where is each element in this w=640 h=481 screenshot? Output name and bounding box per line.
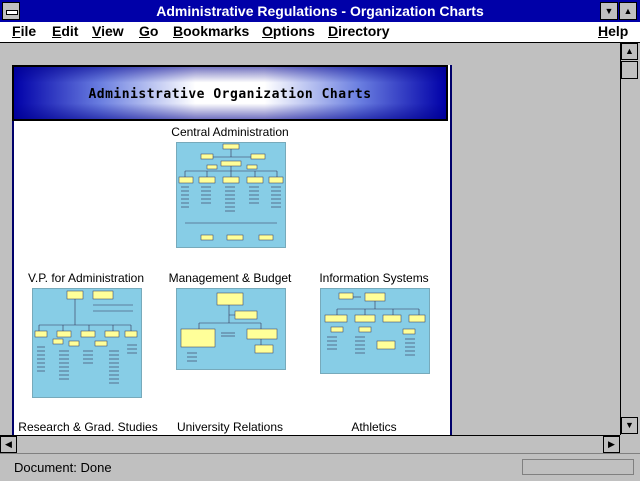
vertical-scroll-thumb[interactable]	[621, 61, 638, 79]
scrollbar-corner	[620, 435, 638, 453]
chart-thumbnail-information-systems[interactable]	[320, 288, 430, 374]
vertical-scrollbar[interactable]: ▲ ▼	[620, 43, 638, 435]
horizontal-scrollbar[interactable]: ◀ ▶	[0, 435, 620, 453]
menu-directory[interactable]: Directory	[328, 23, 389, 39]
chart-thumbnail-central-administration[interactable]	[176, 142, 286, 248]
chart-label-vp-administration[interactable]: V.P. for Administration	[16, 271, 156, 285]
scroll-down-icon[interactable]: ▼	[621, 417, 638, 434]
menu-bookmarks[interactable]: Bookmarks	[173, 23, 249, 39]
chart-label-research-grad-studies[interactable]: Research & Grad. Studies	[12, 420, 164, 434]
menu-help[interactable]: Help	[598, 23, 628, 39]
scroll-right-icon[interactable]: ▶	[603, 436, 620, 453]
status-text: Document: Done	[14, 460, 112, 475]
menu-go[interactable]: Go	[139, 23, 158, 39]
menu-options[interactable]: Options	[262, 23, 315, 39]
maximize-icon[interactable]: ▲	[619, 2, 637, 20]
chart-label-management-budget[interactable]: Management & Budget	[160, 271, 300, 285]
menu-file[interactable]: File	[12, 23, 36, 39]
page-title: Administrative Organization Charts	[88, 87, 372, 102]
progress-indicator	[522, 459, 634, 475]
minimize-icon[interactable]: ▼	[600, 2, 618, 20]
page-banner: Administrative Organization Charts	[12, 65, 448, 121]
menu-bar: File Edit View Go Bookmarks Options Dire…	[0, 22, 640, 43]
menu-view[interactable]: View	[92, 23, 124, 39]
chart-label-information-systems[interactable]: Information Systems	[304, 271, 444, 285]
chart-thumbnail-management-budget[interactable]	[176, 288, 286, 370]
status-bar: Document: Done	[0, 453, 640, 481]
document-view: Administrative Organization Charts Centr…	[0, 43, 620, 435]
scroll-left-icon[interactable]: ◀	[0, 436, 17, 453]
window-title: Administrative Regulations - Organizatio…	[156, 3, 484, 19]
chart-thumbnail-vp-administration[interactable]	[32, 288, 142, 398]
chart-label-central-administration[interactable]: Central Administration	[160, 125, 300, 139]
chart-label-athletics[interactable]: Athletics	[304, 420, 444, 434]
scroll-up-icon[interactable]: ▲	[621, 43, 638, 60]
title-bar: Administrative Regulations - Organizatio…	[0, 0, 640, 22]
menu-edit[interactable]: Edit	[52, 23, 78, 39]
chart-label-university-relations[interactable]: University Relations	[160, 420, 300, 434]
